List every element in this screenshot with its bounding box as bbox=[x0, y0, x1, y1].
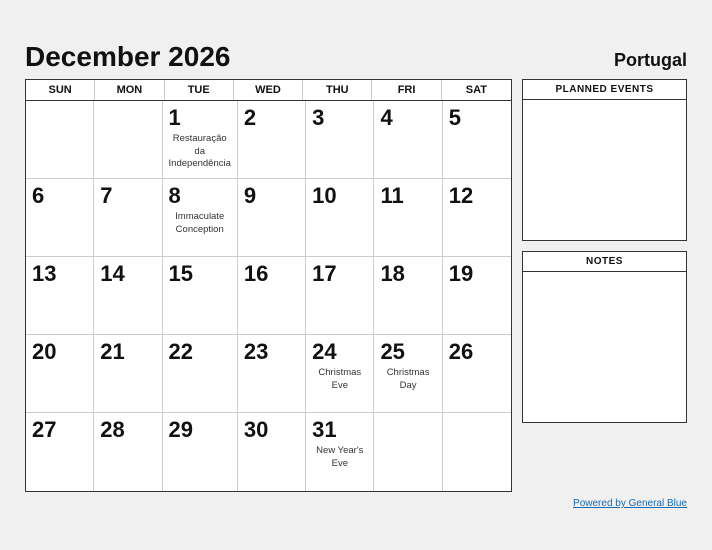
cell-event-label: Christmas Eve bbox=[312, 367, 367, 392]
calendar-cell-17: 17 bbox=[306, 257, 374, 335]
calendar-grid: 1Restauração da Independência2345678Imma… bbox=[26, 101, 511, 491]
calendar-cell-16: 16 bbox=[238, 257, 306, 335]
cell-date-number: 5 bbox=[449, 105, 505, 131]
cell-date-number: 22 bbox=[169, 339, 231, 365]
planned-events-title: PLANNED EVENTS bbox=[523, 80, 686, 100]
calendar-cell-empty bbox=[374, 413, 442, 491]
day-header-wed: WED bbox=[234, 80, 303, 100]
calendar-cell-13: 13 bbox=[26, 257, 94, 335]
cell-date-number: 28 bbox=[100, 417, 155, 443]
cell-date-number: 26 bbox=[449, 339, 505, 365]
cell-event-label: New Year's Eve bbox=[312, 445, 367, 470]
calendar-cell-9: 9 bbox=[238, 179, 306, 257]
calendar-cell-29: 29 bbox=[163, 413, 238, 491]
calendar-cell-empty bbox=[94, 101, 162, 179]
calendar-cell-24: 24Christmas Eve bbox=[306, 335, 374, 413]
cell-date-number: 19 bbox=[449, 261, 505, 287]
cell-date-number: 29 bbox=[169, 417, 231, 443]
day-header-tue: TUE bbox=[165, 80, 234, 100]
day-header-sat: SAT bbox=[442, 80, 511, 100]
calendar-cell-7: 7 bbox=[94, 179, 162, 257]
calendar-cell-11: 11 bbox=[374, 179, 442, 257]
cell-date-number: 23 bbox=[244, 339, 299, 365]
notes-content bbox=[523, 272, 686, 422]
cell-date-number: 1 bbox=[169, 105, 231, 131]
country-label: Portugal bbox=[614, 50, 687, 71]
cell-date-number: 25 bbox=[380, 339, 435, 365]
calendar-cell-6: 6 bbox=[26, 179, 94, 257]
sidebar: PLANNED EVENTS NOTES bbox=[522, 79, 687, 492]
calendar-cell-10: 10 bbox=[306, 179, 374, 257]
cell-date-number: 9 bbox=[244, 183, 299, 209]
calendar-cell-31: 31New Year's Eve bbox=[306, 413, 374, 491]
cell-date-number: 8 bbox=[169, 183, 231, 209]
calendar-title: December 2026 bbox=[25, 41, 230, 73]
cell-date-number: 31 bbox=[312, 417, 367, 443]
calendar: SUNMONTUEWEDTHUFRISAT 1Restauração da In… bbox=[25, 79, 512, 492]
calendar-cell-3: 3 bbox=[306, 101, 374, 179]
calendar-cell-2: 2 bbox=[238, 101, 306, 179]
cell-date-number: 20 bbox=[32, 339, 87, 365]
cell-date-number: 21 bbox=[100, 339, 155, 365]
cell-date-number: 24 bbox=[312, 339, 367, 365]
cell-date-number: 6 bbox=[32, 183, 87, 209]
cell-date-number: 13 bbox=[32, 261, 87, 287]
cell-event-label: Christmas Day bbox=[380, 367, 435, 392]
day-headers: SUNMONTUEWEDTHUFRISAT bbox=[26, 80, 511, 101]
cell-event-label: Immaculate Conception bbox=[169, 211, 231, 236]
calendar-cell-20: 20 bbox=[26, 335, 94, 413]
calendar-cell-15: 15 bbox=[163, 257, 238, 335]
cell-date-number: 16 bbox=[244, 261, 299, 287]
cell-date-number: 11 bbox=[380, 183, 435, 209]
cell-date-number: 30 bbox=[244, 417, 299, 443]
calendar-cell-8: 8Immaculate Conception bbox=[163, 179, 238, 257]
planned-events-content bbox=[523, 100, 686, 240]
cell-date-number: 14 bbox=[100, 261, 155, 287]
notes-title: NOTES bbox=[523, 252, 686, 272]
calendar-cell-19: 19 bbox=[443, 257, 511, 335]
footer: Powered by General Blue bbox=[25, 498, 687, 509]
cell-date-number: 7 bbox=[100, 183, 155, 209]
calendar-cell-5: 5 bbox=[443, 101, 511, 179]
calendar-cell-25: 25Christmas Day bbox=[374, 335, 442, 413]
calendar-cell-27: 27 bbox=[26, 413, 94, 491]
cell-date-number: 15 bbox=[169, 261, 231, 287]
planned-events-box: PLANNED EVENTS bbox=[522, 79, 687, 241]
calendar-cell-14: 14 bbox=[94, 257, 162, 335]
cell-date-number: 12 bbox=[449, 183, 505, 209]
cell-event-label: Restauração da Independência bbox=[169, 133, 231, 170]
cell-date-number: 27 bbox=[32, 417, 87, 443]
calendar-cell-1: 1Restauração da Independência bbox=[163, 101, 238, 179]
cell-date-number: 2 bbox=[244, 105, 299, 131]
powered-by-link[interactable]: Powered by General Blue bbox=[573, 498, 687, 509]
calendar-cell-empty bbox=[443, 413, 511, 491]
calendar-cell-22: 22 bbox=[163, 335, 238, 413]
day-header-sun: SUN bbox=[26, 80, 95, 100]
day-header-thu: THU bbox=[303, 80, 372, 100]
calendar-cell-21: 21 bbox=[94, 335, 162, 413]
calendar-cell-18: 18 bbox=[374, 257, 442, 335]
cell-date-number: 17 bbox=[312, 261, 367, 287]
page: December 2026 Portugal SUNMONTUEWEDTHUFR… bbox=[10, 31, 702, 519]
cell-date-number: 3 bbox=[312, 105, 367, 131]
calendar-cell-empty bbox=[26, 101, 94, 179]
calendar-cell-28: 28 bbox=[94, 413, 162, 491]
cell-date-number: 18 bbox=[380, 261, 435, 287]
calendar-cell-23: 23 bbox=[238, 335, 306, 413]
day-header-mon: MON bbox=[95, 80, 164, 100]
day-header-fri: FRI bbox=[372, 80, 441, 100]
calendar-cell-12: 12 bbox=[443, 179, 511, 257]
calendar-cell-30: 30 bbox=[238, 413, 306, 491]
main-area: SUNMONTUEWEDTHUFRISAT 1Restauração da In… bbox=[25, 79, 687, 492]
header: December 2026 Portugal bbox=[25, 41, 687, 73]
notes-box: NOTES bbox=[522, 251, 687, 423]
calendar-cell-4: 4 bbox=[374, 101, 442, 179]
cell-date-number: 4 bbox=[380, 105, 435, 131]
calendar-cell-26: 26 bbox=[443, 335, 511, 413]
cell-date-number: 10 bbox=[312, 183, 367, 209]
